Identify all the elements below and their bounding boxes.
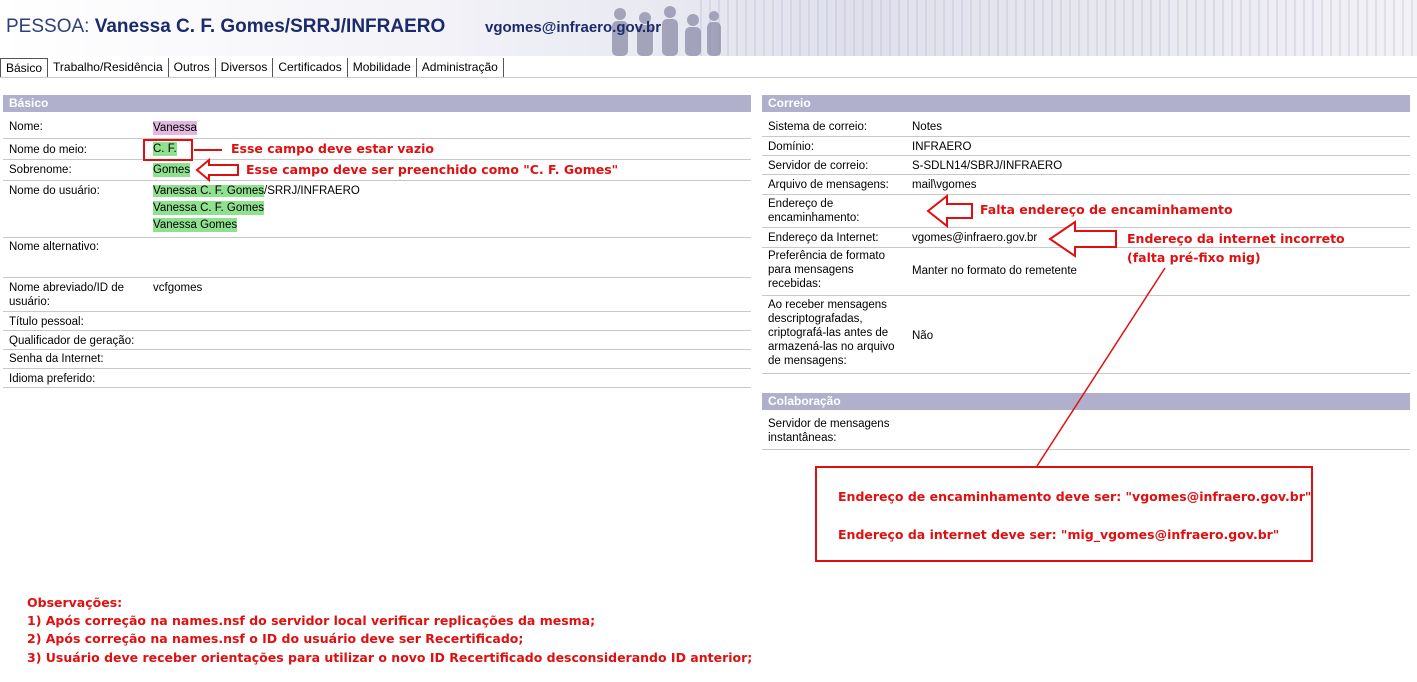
label-titulo-pessoal: Título pessoal:: [9, 316, 84, 328]
tab-basico[interactable]: Básico: [0, 58, 49, 78]
value-criptografia: Não: [912, 330, 934, 342]
label-nome-alternativo: Nome alternativo:: [9, 241, 100, 253]
person-name: Vanessa C. F. Gomes/SRRJ/INFRAERO: [94, 16, 446, 37]
value-preferencia-formato: Manter no formato do remetente: [912, 265, 1077, 277]
note-sobrenome: Esse campo deve ser preenchido como "C. …: [246, 162, 619, 177]
row-criptografia: Ao receber mensagens descriptografadas, …: [762, 296, 1410, 374]
label-nome-do-meio: Nome do meio:: [9, 144, 87, 156]
row-nome-abreviado: Nome abreviado/ID de usuário: vcfgomes: [3, 278, 751, 312]
label-servidor-correio: Servidor de correio:: [768, 160, 869, 172]
label-criptografia: Ao receber mensagens descriptografadas, …: [768, 299, 895, 367]
obs-item-3: 3) Usuário deve receber orientações para…: [27, 650, 753, 665]
note-encaminhamento: Falta endereço de encaminhamento: [980, 202, 1233, 217]
correction-line-1: Endereço de encaminhamento deve ser: "vg…: [838, 489, 1312, 504]
value-nome-usuario-2: Vanessa C. F. Gomes: [153, 201, 264, 215]
value-arquivo-mensagens: mail\vgomes: [912, 179, 977, 191]
label-nome-abreviado: Nome abreviado/ID de usuário:: [9, 282, 125, 308]
tab-divider: [0, 77, 1417, 78]
note-internet-1: Endereço da internet incorreto: [1127, 231, 1345, 246]
row-arquivo-mensagens: Arquivo de mensagens: mail\vgomes: [762, 175, 1410, 195]
highlight-box-nome-meio: [143, 139, 193, 161]
label-qualificador: Qualificador de geração:: [9, 335, 135, 347]
label-nome: Nome:: [9, 121, 43, 133]
value-endereco-internet: vgomes@infraero.gov.br: [912, 232, 1038, 244]
value-dominio: INFRAERO: [912, 141, 972, 153]
section-header-colaboracao: Colaboração: [762, 393, 1410, 410]
tab-trabalho-residencia[interactable]: Trabalho/Residência: [48, 58, 169, 78]
value-nome: Vanessa: [153, 121, 197, 135]
label-endereco-internet: Endereço da Internet:: [768, 232, 879, 244]
row-titulo-pessoal: Título pessoal:: [3, 312, 751, 331]
obs-item-2: 2) Após correção na names.nsf o ID do us…: [27, 631, 524, 646]
row-nome: Nome: Vanessa: [3, 118, 751, 139]
header-email: vgomes@infraero.gov.br: [485, 19, 662, 36]
row-servidor-correio: Servidor de correio: S-SDLN14/SBRJ/INFRA…: [762, 156, 1410, 175]
row-nome-usuario: Nome do usuário: Vanessa C. F. Gomes/SRR…: [3, 181, 751, 238]
label-endereco-encaminhamento: Endereço de encaminhamento:: [768, 198, 860, 224]
value-nome-usuario-1: Vanessa C. F. Gomes/SRRJ/INFRAERO: [153, 184, 360, 198]
value-nome-usuario-1a: Vanessa C. F. Gomes: [153, 185, 264, 197]
tab-outros[interactable]: Outros: [168, 58, 216, 78]
value-sistema-correio: Notes: [912, 121, 943, 133]
row-preferencia-formato: Preferência de formato para mensagens re…: [762, 248, 1410, 296]
label-idioma: Idioma preferido:: [9, 373, 96, 385]
value-nome-usuario-1b: /SRRJ/INFRAERO: [264, 185, 360, 197]
section-header-correio: Correio: [762, 95, 1410, 112]
section-header-basico: Básico: [3, 95, 751, 112]
tab-certificados[interactable]: Certificados: [273, 58, 348, 78]
label-sistema-correio: Sistema de correio:: [768, 121, 868, 133]
page-title: PESSOA: Vanessa C. F. Gomes/SRRJ/INFRAER…: [6, 16, 445, 38]
row-idioma: Idioma preferido:: [3, 369, 751, 388]
tab-diversos[interactable]: Diversos: [215, 58, 274, 78]
tab-bar: Básico Trabalho/Residência Outros Divers…: [0, 58, 504, 78]
value-sobrenome: Gomes: [153, 163, 191, 177]
note-internet-2: (falta pré-fixo mig): [1127, 250, 1261, 265]
tab-mobilidade[interactable]: Mobilidade: [347, 58, 417, 78]
row-sistema-correio: Sistema de correio: Notes: [762, 118, 1410, 137]
tab-administracao[interactable]: Administração: [416, 58, 504, 78]
correction-box: Endereço de encaminhamento deve ser: "vg…: [815, 466, 1313, 562]
label-arquivo-mensagens: Arquivo de mensagens:: [768, 179, 889, 191]
correction-line-2: Endereço da internet deve ser: "mig_vgom…: [838, 527, 1280, 542]
row-nome-alternativo: Nome alternativo:: [3, 238, 751, 278]
label-dominio: Domínio:: [768, 141, 815, 153]
title-prefix: PESSOA:: [6, 16, 90, 37]
value-nome-usuario-3: Vanessa Gomes: [153, 218, 238, 232]
row-dominio: Domínio: INFRAERO: [762, 137, 1410, 156]
label-senha-internet: Senha da Internet:: [9, 353, 104, 365]
obs-title: Observações:: [27, 595, 123, 610]
value-nome-abreviado: vcfgomes: [153, 282, 203, 294]
row-qualificador: Qualificador de geração:: [3, 331, 751, 350]
value-servidor-correio: S-SDLN14/SBRJ/INFRAERO: [912, 160, 1063, 172]
banner-decoration: [700, 0, 1417, 56]
label-sobrenome: Sobrenome:: [9, 164, 72, 176]
label-preferencia-formato: Preferência de formato para mensagens re…: [768, 250, 885, 290]
header-banner: PESSOA: Vanessa C. F. Gomes/SRRJ/INFRAER…: [0, 0, 1417, 56]
label-nome-usuario: Nome do usuário:: [9, 185, 100, 197]
row-senha-internet: Senha da Internet:: [3, 350, 751, 369]
obs-item-1: 1) Após correção na names.nsf do servido…: [27, 613, 596, 628]
label-servidor-instantaneas: Servidor de mensagens instantâneas:: [768, 418, 890, 444]
row-servidor-instantaneas: Servidor de mensagens instantâneas:: [762, 415, 1410, 450]
note-nome-meio: Esse campo deve estar vazio: [231, 141, 434, 156]
